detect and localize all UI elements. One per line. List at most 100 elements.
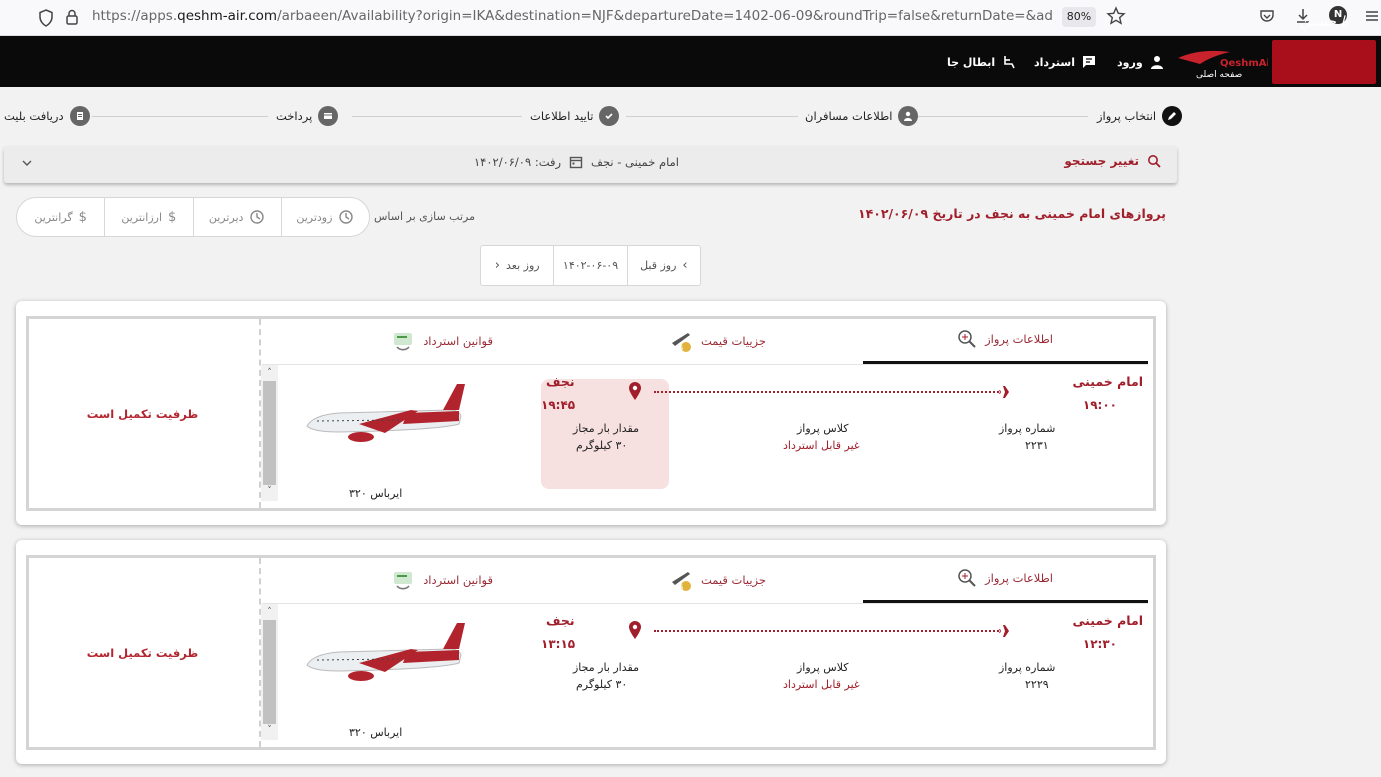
tab-refund-rules[interactable]: قوانین استرداد xyxy=(391,568,493,592)
tab-price-details[interactable]: جزییات قیمت $ xyxy=(669,568,766,592)
step-receive-ticket: دریافت بلیت xyxy=(4,106,90,126)
scroll-down-button[interactable]: ˅ xyxy=(263,724,276,736)
banner xyxy=(1272,40,1376,84)
scroll-down-button[interactable]: ˅ xyxy=(263,485,276,497)
baggage-value: ۳۰ کیلوگرم xyxy=(576,439,628,452)
destination-city: نجف xyxy=(546,374,575,389)
home-link[interactable]: صفحه اصلی xyxy=(1196,70,1242,80)
zoom-level[interactable]: 80% xyxy=(1062,7,1096,27)
current-day: ۱۴۰۲-۰۶-۰۹ xyxy=(553,246,626,285)
browser-toolbar: https://apps.qeshm-air.com/arbaeen/Avail… xyxy=(0,0,1381,36)
previous-day-button[interactable]: › روز قبل xyxy=(626,246,700,285)
arrival-time: ۱۳:۱۵ xyxy=(541,637,576,651)
search-plane-icon xyxy=(958,569,976,587)
url-prefix: https://apps. xyxy=(92,8,178,24)
arrival-time: ۱۹:۴۵ xyxy=(541,398,576,412)
step-label: تایید اطلاعات xyxy=(530,109,594,123)
shield-icon[interactable] xyxy=(38,9,54,27)
step-connector xyxy=(626,116,798,117)
tab-price-details[interactable]: جزییات قیمت $ xyxy=(669,329,766,353)
login-button[interactable]: ورود xyxy=(1117,52,1165,72)
baggage-value: ۳۰ کیلوگرم xyxy=(576,678,628,691)
class-value: غیر قابل استرداد xyxy=(783,678,860,691)
banner-text: یا حسین xyxy=(1300,14,1349,30)
aircraft-image xyxy=(299,605,473,717)
aircraft-type: ایرباس ۳۲۰ xyxy=(349,726,403,739)
step-connector xyxy=(352,116,522,117)
url-bar[interactable]: https://apps.qeshm-air.com/arbaeen/Avail… xyxy=(92,8,1052,24)
sort-earliest-button[interactable]: زودترین xyxy=(280,198,369,236)
refund-label: استرداد xyxy=(1034,55,1075,69)
location-pin-icon xyxy=(629,382,641,400)
check-shield-icon xyxy=(599,106,620,126)
booking-stepper: انتخاب پرواز اطلاعات مسافران تایید اطلاع… xyxy=(0,100,1183,132)
plane-dollar-icon: $ xyxy=(671,333,691,352)
scroll-up-button[interactable]: ˄ xyxy=(263,606,276,618)
calendar-icon xyxy=(569,156,583,169)
cancel-seat-label: ابطال جا xyxy=(947,55,996,69)
cancel-seat-button[interactable]: ابطال جا xyxy=(947,52,1017,72)
step-connector xyxy=(916,116,1088,117)
chevron-right-icon: › xyxy=(682,258,688,273)
svg-text:$: $ xyxy=(679,344,683,352)
location-pin-icon xyxy=(629,621,641,639)
flight-tabs: اطلاعات پرواز جزییات قیمت $ قوانین استرد… xyxy=(262,558,1148,603)
sort-options: زودترین دیرترین $ ارزانترین $ گرانترین xyxy=(16,197,370,237)
svg-text:$: $ xyxy=(679,583,683,591)
sort-label-latest: دیرترین xyxy=(208,210,244,224)
tab-label: جزییات قیمت xyxy=(700,573,766,587)
pencil-icon xyxy=(1162,106,1183,126)
change-search-label: تغییر جستجو xyxy=(1064,154,1139,168)
sort-expensive-button[interactable]: $ گرانترین xyxy=(17,198,104,236)
menu-icon[interactable] xyxy=(1362,6,1381,26)
departure-time: ۱۲:۳۰ xyxy=(1082,637,1117,651)
step-label: دریافت بلیت xyxy=(4,109,64,123)
class-value: غیر قابل استرداد xyxy=(783,439,860,452)
svg-text:QeshmAir: QeshmAir xyxy=(1220,58,1268,69)
next-day-button[interactable]: روز بعد ‹ xyxy=(481,246,553,285)
flight-number-label: شماره پرواز xyxy=(999,422,1056,435)
aircraft-image xyxy=(299,366,473,478)
search-plane-icon xyxy=(958,330,976,348)
sort-cheapest-button[interactable]: $ ارزانترین xyxy=(104,198,192,236)
star-icon[interactable] xyxy=(1106,6,1126,26)
step-connector xyxy=(92,116,268,117)
refund-button[interactable]: استرداد xyxy=(1034,52,1097,72)
flight-card: ظرفیت تکمیل است اطلاعات پرواز جزییات قیم… xyxy=(16,540,1166,764)
flight-card-body: ظرفیت تکمیل است اطلاعات پرواز جزییات قیم… xyxy=(26,555,1156,750)
step-label: اطلاعات مسافران xyxy=(805,109,893,123)
scrollbar-thumb[interactable] xyxy=(263,381,276,485)
baggage-label: مقدار بار مجاز xyxy=(573,661,639,674)
search-summary-bar[interactable]: تغییر جستجو امام خمینی - نجف رفت: ۱۴۰۲/۰… xyxy=(4,146,1177,183)
user-icon xyxy=(1150,56,1163,69)
chevron-down-icon[interactable] xyxy=(20,156,34,170)
step-label: پرداخت xyxy=(276,109,313,123)
scrollbar-thumb[interactable] xyxy=(263,620,276,724)
change-search-button[interactable]: تغییر جستجو xyxy=(1064,154,1161,168)
flight-card: ظرفیت تکمیل است اطلاعات پرواز جزییات قیم… xyxy=(16,301,1166,525)
origin-city: امام خمینی xyxy=(1072,374,1143,389)
tab-label: جزییات قیمت xyxy=(700,334,766,348)
tab-label: قوانین استرداد xyxy=(423,334,493,348)
pocket-icon[interactable] xyxy=(1257,6,1277,26)
sort-latest-button[interactable]: دیرترین xyxy=(192,198,281,236)
url-path: /arbaeen/Availability?origin=IKA&destina… xyxy=(277,8,1052,24)
route-line xyxy=(654,630,999,632)
dollar-icon: $ xyxy=(78,209,87,225)
tab-flight-info[interactable]: اطلاعات پرواز xyxy=(957,329,1053,349)
prev-day-label: روز قبل xyxy=(640,259,677,272)
clock-icon xyxy=(250,210,265,224)
aircraft-type: ایرباس ۳۲۰ xyxy=(349,487,403,500)
flight-number-label: شماره پرواز xyxy=(999,661,1056,674)
baggage-label: مقدار بار مجاز xyxy=(573,422,639,435)
refund-ticket-icon xyxy=(394,572,413,590)
step-select-flight: انتخاب پرواز xyxy=(1097,106,1183,126)
tab-flight-info[interactable]: اطلاعات پرواز xyxy=(957,568,1053,588)
tabs-separator xyxy=(262,364,1148,365)
scroll-up-button[interactable]: ˄ xyxy=(263,367,276,379)
lock-icon[interactable] xyxy=(64,8,80,26)
flight-tabs: اطلاعات پرواز جزییات قیمت $ قوانین استرد… xyxy=(262,319,1148,364)
route-summary: امام خمینی - نجف رفت: ۱۴۰۲/۰۶/۰۹ xyxy=(474,155,679,169)
class-label: کلاس پرواز xyxy=(797,661,849,674)
tab-refund-rules[interactable]: قوانین استرداد xyxy=(391,329,493,353)
